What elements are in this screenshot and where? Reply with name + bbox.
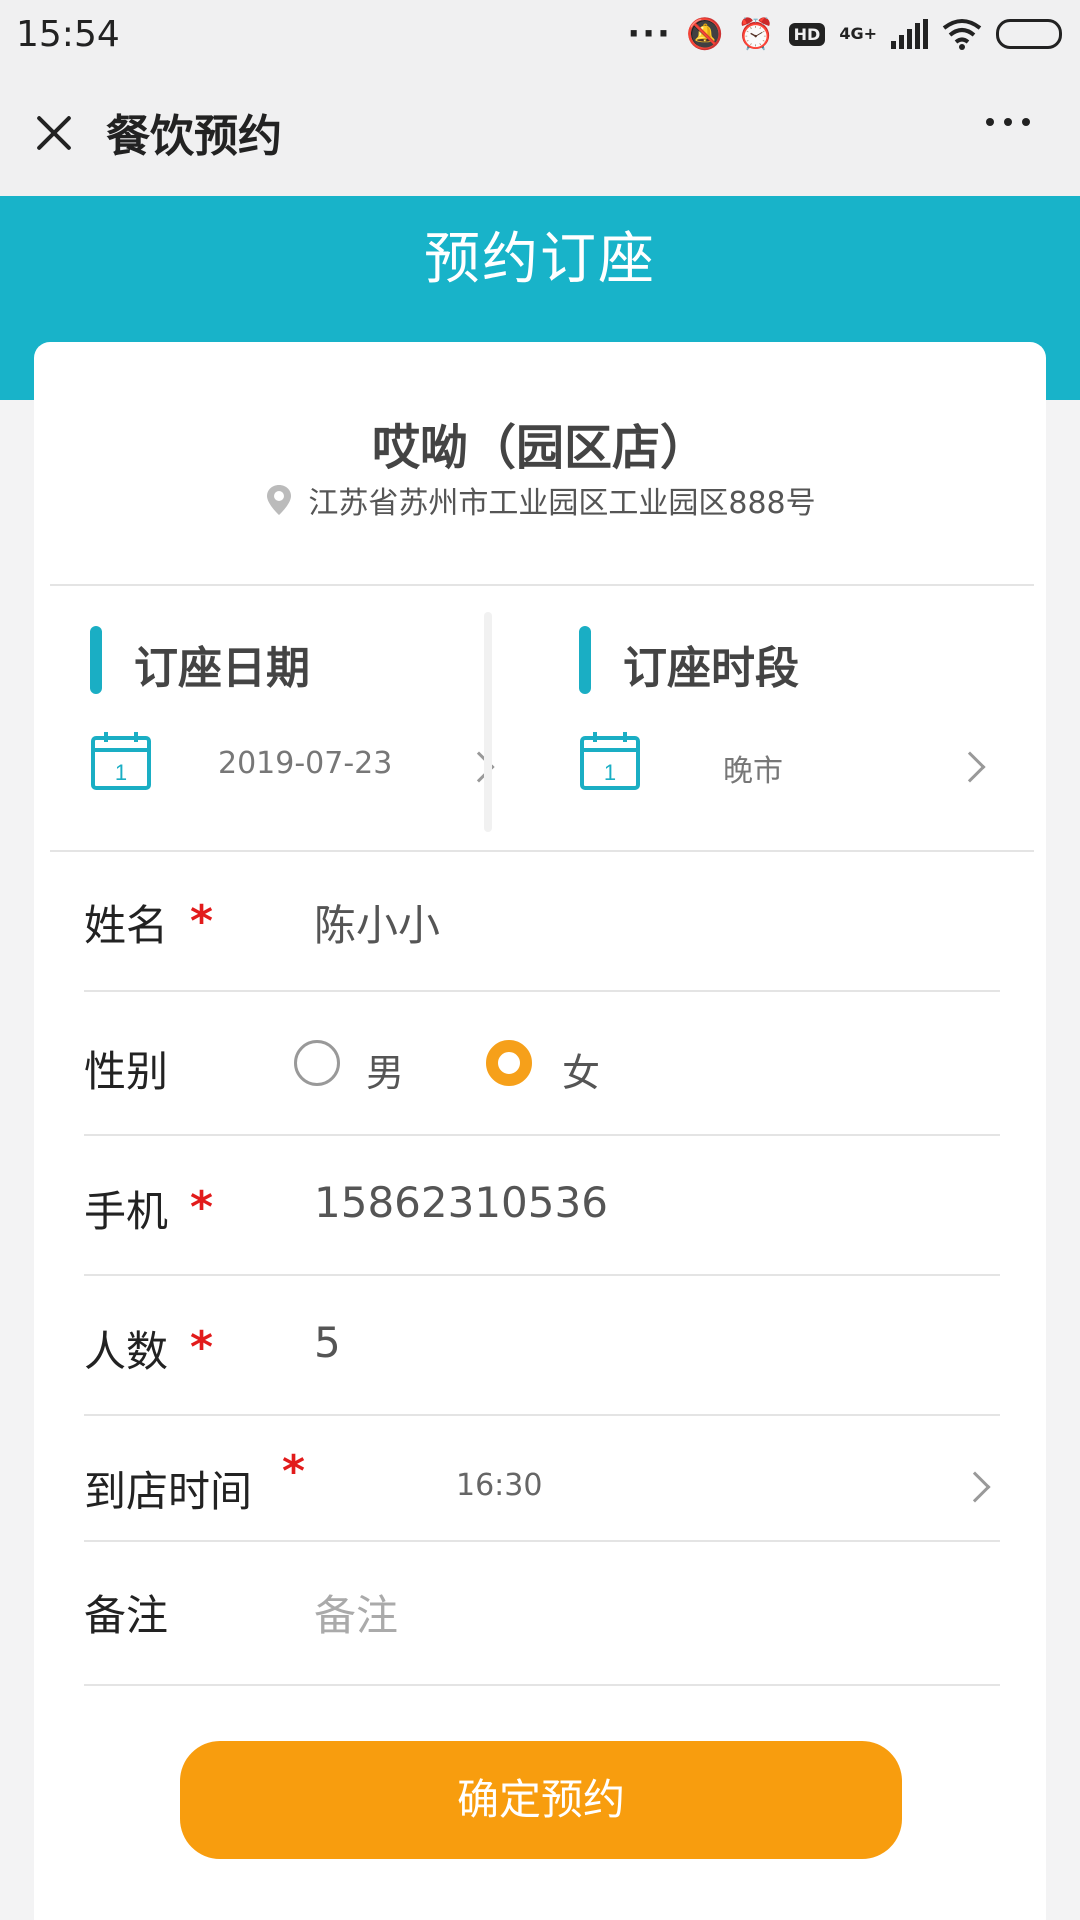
divider [84, 1274, 1000, 1276]
gender-row: 性别 男 女 [84, 1018, 1000, 1128]
calendar-icon: 1 [91, 732, 151, 790]
mute-bell-icon: 🔕 [685, 16, 724, 52]
more-notifications-icon: ··· [627, 14, 672, 54]
chevron-right-icon [954, 751, 986, 783]
page-title: 预约订座 [424, 227, 656, 292]
battery-icon [996, 19, 1062, 49]
gender-male-radio[interactable] [294, 1040, 340, 1086]
column-divider [484, 612, 492, 832]
name-row[interactable]: 姓名 * 陈小小 [84, 882, 1000, 982]
date-value: 2019-07-23 [218, 746, 393, 781]
people-label: 人数 [84, 1327, 169, 1376]
nav-bar: 餐饮预约 [0, 68, 1080, 196]
note-label: 备注 [84, 1591, 169, 1640]
phone-label: 手机 [84, 1187, 169, 1236]
date-label: 订座日期 [134, 643, 310, 694]
shop-name: 哎呦（园区店） [371, 420, 708, 476]
people-input[interactable]: 5 [314, 1318, 341, 1367]
phone-input[interactable]: 15862310536 [314, 1178, 608, 1227]
alarm-icon: ⏰ [737, 16, 775, 52]
arrival-time-row[interactable]: 到店时间 * 16:30 [84, 1438, 1000, 1538]
phone-row[interactable]: 手机 * 15862310536 [84, 1164, 1000, 1264]
close-icon[interactable] [24, 102, 84, 162]
status-time: 15:54 [16, 13, 120, 55]
hd-badge: HD [788, 22, 826, 46]
note-row[interactable]: 备注 备注 [84, 1568, 1000, 1678]
gender-male-label: 男 [366, 1051, 405, 1095]
divider [84, 1134, 1000, 1136]
required-mark: * [190, 1182, 214, 1233]
section-accent [90, 626, 102, 694]
name-input[interactable]: 陈小小 [314, 892, 440, 953]
divider [84, 1684, 1000, 1686]
shop-address: 江苏省苏州市工业园区工业园区888号 [34, 478, 1046, 522]
gender-label: 性别 [84, 1047, 169, 1096]
chevron-right-icon [959, 1471, 991, 1503]
wifi-icon [942, 19, 982, 50]
people-row[interactable]: 人数 * 5 [84, 1304, 1000, 1404]
period-label: 订座时段 [623, 643, 799, 694]
svg-text:1: 1 [604, 760, 616, 785]
more-options-icon[interactable] [986, 118, 1030, 126]
date-picker[interactable]: 订座日期 1 2019-07-23 [90, 612, 520, 812]
signal-icon [891, 19, 928, 49]
arrival-label: 到店时间 [84, 1467, 253, 1516]
name-label: 姓名 [84, 901, 169, 950]
note-input[interactable]: 备注 [314, 1582, 398, 1643]
nav-title: 餐饮预约 [106, 111, 282, 162]
location-pin-icon [267, 485, 292, 515]
gender-female-radio[interactable] [486, 1040, 532, 1086]
gender-female-label: 女 [562, 1051, 601, 1095]
calendar-icon: 1 [580, 732, 640, 790]
required-mark: * [190, 896, 214, 947]
status-bar: 15:54 ··· 🔕 ⏰ HD 4G+ [0, 0, 1080, 68]
divider [50, 850, 1034, 852]
divider [84, 1414, 1000, 1416]
address-text: 江苏省苏州市工业园区工业园区888号 [308, 486, 816, 521]
status-icons: ··· 🔕 ⏰ HD 4G+ [627, 14, 1062, 54]
divider [84, 1540, 1000, 1542]
arrival-time-value: 16:30 [456, 1468, 543, 1503]
required-mark: * [190, 1322, 214, 1373]
network-type: 4G+ [839, 24, 877, 43]
svg-text:1: 1 [115, 760, 127, 785]
required-mark: * [282, 1446, 306, 1497]
period-value: 晚市 [723, 754, 783, 789]
period-picker[interactable]: 订座时段 1 晚市 [579, 612, 1009, 812]
confirm-booking-button[interactable]: 确定预约 [180, 1741, 902, 1859]
section-accent [579, 626, 591, 694]
divider [50, 584, 1034, 586]
divider [84, 990, 1000, 992]
booking-card: 哎呦（园区店） 江苏省苏州市工业园区工业园区888号 订座日期 1 2019-0… [34, 342, 1046, 1920]
